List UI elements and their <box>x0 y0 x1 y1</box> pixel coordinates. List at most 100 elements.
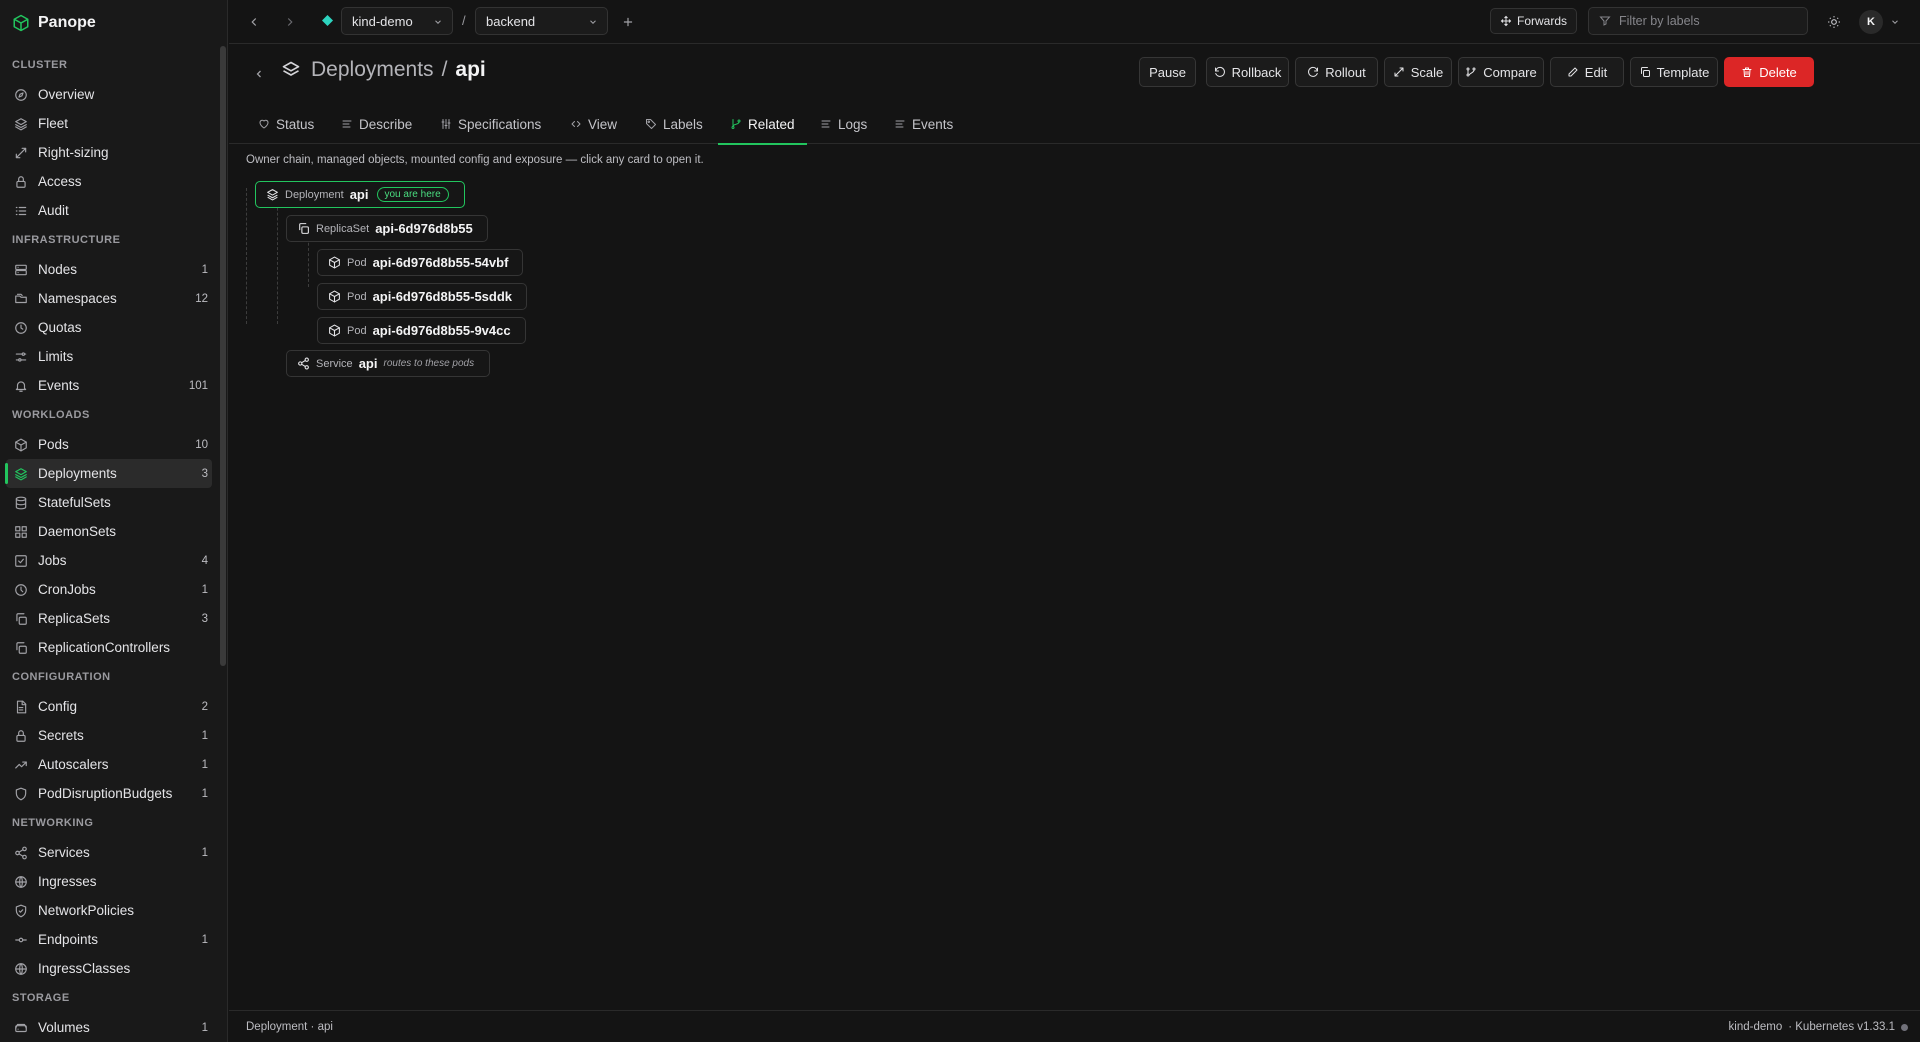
tab-logs[interactable]: Logs <box>818 104 869 144</box>
breadcrumb-separator: / <box>462 13 466 28</box>
sidebar-item-right-sizing[interactable]: Right-sizing <box>6 138 212 167</box>
sidebar-item-label: ReplicaSets <box>38 611 111 626</box>
rollout-button[interactable]: Rollout <box>1295 57 1378 87</box>
tab-describe[interactable]: Describe <box>339 104 414 144</box>
tuning-icon <box>440 118 452 130</box>
rotate-cw-icon <box>1307 66 1319 78</box>
tab-status[interactable]: Status <box>256 104 316 144</box>
back-button[interactable] <box>249 64 269 84</box>
layers-icon <box>266 188 279 201</box>
sidebar-item-label: Jobs <box>38 553 67 568</box>
sidebar-item-count: 2 <box>201 700 208 713</box>
chevron-down-icon <box>1890 17 1900 27</box>
copy-icon <box>14 612 28 626</box>
sidebar-item-volumes[interactable]: Volumes 1 <box>6 1013 212 1042</box>
sidebar-nav: CLUSTER Overview Fleet Right-sizing Access Au… <box>0 50 216 1042</box>
pause-button[interactable]: Pause <box>1139 57 1196 87</box>
label-filter <box>1588 7 1808 35</box>
sidebar-item-poddisruptionbudgets[interactable]: PodDisruptionBudgets 1 <box>6 779 212 808</box>
history-forward-button[interactable] <box>277 9 303 35</box>
account-menu-button[interactable] <box>1885 9 1905 35</box>
sidebar-item-overview[interactable]: Overview <box>6 80 212 109</box>
related-card-pod[interactable]: Pod api-6d976d8b55-5sddk <box>317 283 528 310</box>
status-version: · Kubernetes v1.33.1 <box>1788 1021 1895 1033</box>
sidebar-item-events[interactable]: Events 101 <box>6 371 212 400</box>
sidebar-item-fleet[interactable]: Fleet <box>6 109 212 138</box>
sidebar-item-services[interactable]: Services 1 <box>6 838 212 867</box>
card-name: api-6d976d8b55-54vbf <box>372 255 509 270</box>
tab-specifications[interactable]: Specifications <box>438 104 543 144</box>
sidebar-item-count: 1 <box>201 729 208 742</box>
page-header: Deployments / api Pause Rollback Rollout Sc… <box>229 44 1920 145</box>
sidebar-item-label: Quotas <box>38 320 82 335</box>
related-card-replicaset[interactable]: ReplicaSet api-6d976d8b55 <box>286 215 488 242</box>
rollback-button[interactable]: Rollback <box>1206 57 1289 87</box>
context-select[interactable]: kind-demo <box>341 7 453 35</box>
sidebar-item-label: Audit <box>38 203 69 218</box>
resize-icon <box>14 146 28 160</box>
related-card-deployment[interactable]: Deployment api you are here <box>255 181 465 208</box>
sidebar-item-endpoints[interactable]: Endpoints 1 <box>6 925 212 954</box>
sidebar-item-count: 101 <box>188 379 208 392</box>
template-button[interactable]: Template <box>1630 57 1718 87</box>
sidebar-item-label: Ingresses <box>38 874 97 889</box>
nav-section-title: WORKLOADS <box>12 409 90 421</box>
sidebar-item-audit[interactable]: Audit <box>6 196 212 225</box>
related-card-service[interactable]: Service api routes to these pods <box>286 350 491 377</box>
sidebar-item-quotas[interactable]: Quotas <box>6 313 212 342</box>
theme-toggle-button[interactable] <box>1821 9 1847 35</box>
sidebar-item-label: Endpoints <box>38 932 99 947</box>
sidebar-item-namespaces[interactable]: Namespaces 12 <box>6 284 212 313</box>
box-icon <box>328 324 341 337</box>
card-name: api-6d976d8b55-9v4cc <box>372 323 511 338</box>
sidebar-item-label: Events <box>38 378 80 393</box>
delete-button[interactable]: Delete <box>1724 57 1814 87</box>
current-badge: you are here <box>376 187 449 202</box>
tab-view[interactable]: View <box>568 104 619 144</box>
related-card-pod[interactable]: Pod api-6d976d8b55-9v4cc <box>317 317 526 344</box>
layers-icon <box>14 467 28 481</box>
label-filter-input[interactable] <box>1619 14 1799 28</box>
sidebar-item-label: Access <box>38 174 82 189</box>
edit-button[interactable]: Edit <box>1550 57 1624 87</box>
grid-icon <box>14 525 28 539</box>
compare-button[interactable]: Compare <box>1458 57 1544 87</box>
sidebar-item-autoscalers[interactable]: Autoscalers 1 <box>6 750 212 779</box>
sidebar-item-daemonsets[interactable]: DaemonSets <box>6 517 212 546</box>
sidebar-item-replicationcontrollers[interactable]: ReplicationControllers <box>6 633 212 662</box>
tab-related[interactable]: Related <box>718 104 807 145</box>
sidebar-item-pods[interactable]: Pods 10 <box>6 430 212 459</box>
card-name: api <box>349 187 369 202</box>
add-context-button[interactable] <box>615 9 641 35</box>
scale-button[interactable]: Scale <box>1384 57 1452 87</box>
tab-label: Labels <box>663 116 703 132</box>
sidebar-scrollbar[interactable] <box>220 46 226 666</box>
sidebar-item-config[interactable]: Config 2 <box>6 692 212 721</box>
share-icon <box>297 357 310 370</box>
avatar[interactable]: K <box>1859 10 1883 34</box>
sidebar-item-statefulsets[interactable]: StatefulSets <box>6 488 212 517</box>
sidebar-item-ingresses[interactable]: Ingresses <box>6 867 212 896</box>
title-resource-name: api <box>455 58 486 81</box>
sidebar-item-networkpolicies[interactable]: NetworkPolicies <box>6 896 212 925</box>
sidebar-item-replicasets[interactable]: ReplicaSets 3 <box>6 604 212 633</box>
title-kind[interactable]: Deployments <box>311 58 434 82</box>
file-icon <box>14 700 28 714</box>
related-card-pod[interactable]: Pod api-6d976d8b55-54vbf <box>317 249 524 276</box>
sidebar-item-ingressclasses[interactable]: IngressClasses <box>6 954 212 983</box>
sidebar-item-access[interactable]: Access <box>6 167 212 196</box>
tab-events[interactable]: Events <box>892 104 955 144</box>
history-back-button[interactable] <box>241 9 267 35</box>
sidebar-item-jobs[interactable]: Jobs 4 <box>6 546 212 575</box>
tab-labels[interactable]: Labels <box>643 104 705 144</box>
expand-icon <box>1393 66 1405 78</box>
sidebar-item-nodes[interactable]: Nodes 1 <box>6 255 212 284</box>
sidebar-item-deployments[interactable]: Deployments 3 <box>5 459 212 488</box>
sidebar-item-cronjobs[interactable]: CronJobs 1 <box>6 575 212 604</box>
sidebar-item-count: 1 <box>201 263 208 276</box>
forwards-button[interactable]: Forwards <box>1490 8 1577 34</box>
namespace-select[interactable]: backend <box>475 7 608 35</box>
brand[interactable]: Panope <box>12 10 96 36</box>
sidebar-item-secrets[interactable]: Secrets 1 <box>6 721 212 750</box>
sidebar-item-limits[interactable]: Limits <box>6 342 212 371</box>
